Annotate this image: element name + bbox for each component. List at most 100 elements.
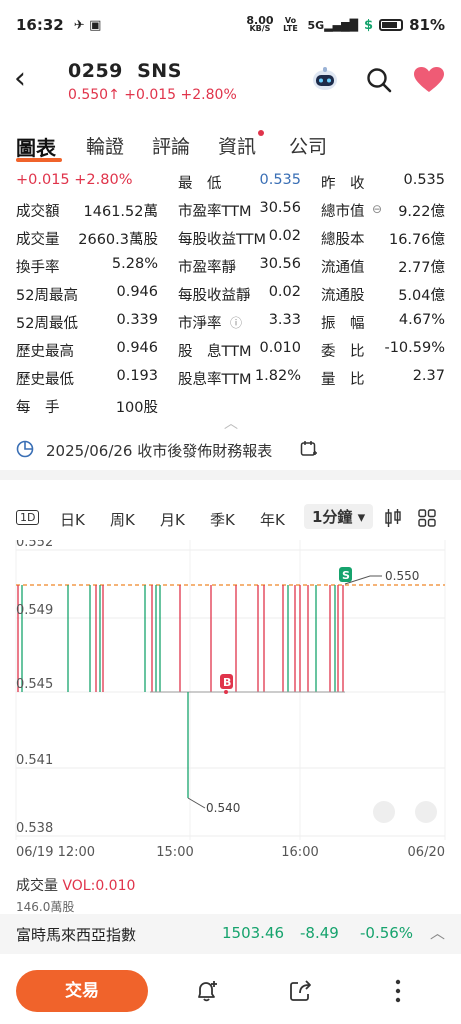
- index-ticker[interactable]: 富時馬來西亞指數 1503.46 -8.49 -0.56% ︿: [0, 914, 461, 954]
- stat-value: 2.37: [412, 368, 445, 384]
- tab-1-minute[interactable]: 1分鐘 ▾: [304, 504, 374, 529]
- stat-label: 歷史最高: [16, 344, 74, 360]
- stat-label: 52周最低: [16, 316, 78, 332]
- stat-value: 0.02: [268, 228, 301, 244]
- stat-value: 9.22億: [398, 204, 445, 220]
- period-tabs: 1D 日K 周K 月K 季K 年K 1分鐘 ▾: [0, 504, 461, 534]
- add-alert-bell-icon[interactable]: [194, 978, 220, 1004]
- expand-chevron-icon[interactable]: ︿: [430, 922, 445, 943]
- tab-company[interactable]: 公司: [289, 132, 327, 159]
- stats-row: 歷史最低 0.193 股息率TTM 1.82% 量 比 2.37: [0, 368, 461, 392]
- stat-value: 100股: [115, 400, 158, 416]
- add-calendar-icon[interactable]: [300, 440, 318, 458]
- stat-label: 市盈率TTM: [178, 204, 252, 220]
- y-tick-label: 0.549: [16, 603, 53, 618]
- shield-icon: $: [364, 17, 374, 33]
- stat-value: 1461.52萬: [83, 204, 158, 220]
- stat-value: -10.59%: [384, 340, 445, 356]
- stat-label: 市盈率靜: [178, 260, 236, 276]
- chart-grid: [15, 540, 446, 840]
- stat-value: 3.33: [268, 312, 301, 328]
- tab-week-k[interactable]: 周K: [110, 509, 135, 530]
- stat-value: 30.56: [259, 200, 301, 216]
- stock-title: 0259 SNS: [68, 60, 182, 82]
- earnings-notice[interactable]: 2025/06/26 收市後發佈財務報表: [0, 436, 461, 466]
- fullscreen-button: [373, 801, 395, 823]
- stat-value: 2.77億: [398, 260, 445, 276]
- tab-warrants[interactable]: 輪證: [86, 132, 124, 159]
- reset-view-button: [415, 801, 437, 823]
- battery-level: 81%: [409, 16, 445, 34]
- volte-icon: Vo LTE: [283, 16, 298, 33]
- stats-row: 歷史最高 0.946 股 息TTM 0.010 委 比 -10.59%: [0, 340, 461, 364]
- stat-label: 總市值: [321, 204, 365, 220]
- stat-label: 每 手: [16, 400, 60, 416]
- search-icon[interactable]: [366, 67, 392, 93]
- x-tick-label: 06/20: [408, 845, 445, 860]
- y-tick-label: 0.545: [16, 677, 53, 692]
- tab-news[interactable]: 資訊: [218, 132, 256, 159]
- intraday-chart[interactable]: 0.552 0.549 0.545 0.541 0.538 0.540 0.550 B S 06/…: [0, 540, 461, 860]
- grid-layout-icon[interactable]: [418, 509, 436, 527]
- stats-row: 成交量 2660.3萬股 每股收益TTM 0.02 總股本 16.76億: [0, 228, 461, 252]
- arrow-up-icon: ↑: [108, 87, 120, 103]
- stat-label: 換手率: [16, 260, 60, 276]
- volume-label: 成交量 VOL:0.010: [16, 878, 136, 894]
- robot-assistant-icon[interactable]: [311, 65, 339, 93]
- x-tick-label: 16:00: [281, 845, 318, 860]
- divider: [0, 470, 461, 480]
- collapse-chevron-icon[interactable]: ︿: [224, 413, 238, 433]
- x-tick-label: 06/19 12:00: [16, 845, 95, 860]
- index-name: 富時馬來西亞指數: [16, 926, 137, 944]
- stat-label: 委 比: [321, 344, 365, 360]
- stat-value: 1.82%: [254, 368, 301, 384]
- more-options-icon[interactable]: [388, 978, 408, 1004]
- stat-value: 0.946: [116, 340, 158, 356]
- tab-quarter-k[interactable]: 季K: [210, 509, 235, 530]
- x-tick-label: 15:00: [156, 845, 193, 860]
- battery-icon: [379, 19, 404, 31]
- stat-label: 最 低: [178, 176, 222, 192]
- tab-1d[interactable]: 1D: [16, 510, 40, 525]
- tab-chart[interactable]: 圖表: [16, 132, 56, 161]
- status-bar: 16:32 ✈ ▣ 8.00 KB/S Vo LTE 5G▂▄▆█ $ 81%: [0, 0, 461, 50]
- tab-year-k[interactable]: 年K: [260, 509, 285, 530]
- stat-label: 每股收益靜: [178, 288, 251, 304]
- tab-comments[interactable]: 評論: [152, 132, 190, 159]
- stat-label: 量 比: [321, 372, 365, 388]
- info-icon[interactable]: ⓘ: [230, 314, 242, 331]
- buy-marker-label: B: [223, 676, 231, 689]
- favorite-heart-icon[interactable]: [414, 67, 444, 93]
- stat-label: 總股本: [321, 232, 365, 248]
- stats-row: 52周最低 0.339 市淨率 ⓘ 3.33 振 幅 4.67%: [0, 312, 461, 336]
- back-icon[interactable]: ‹: [14, 64, 36, 94]
- stat-value: 5.04億: [398, 288, 445, 304]
- pie-chart-icon: [16, 440, 34, 458]
- tab-day-k[interactable]: 日K: [60, 509, 85, 530]
- sell-marker-label: S: [342, 569, 350, 582]
- stat-label: 股 息TTM: [178, 344, 252, 360]
- index-change-pct: -0.56%: [360, 924, 414, 942]
- stat-value: 0.535: [403, 172, 445, 188]
- more-info-icon[interactable]: ⊖: [372, 202, 382, 216]
- share-icon[interactable]: [288, 978, 314, 1004]
- stats-row: +0.015 +2.80% 最 低 0.535 昨 收 0.535: [0, 172, 461, 196]
- chart-labels: 0.552 0.549 0.545 0.541 0.538 0.540 0.550 B S 06/…: [16, 540, 445, 860]
- active-tab-indicator: [16, 158, 62, 162]
- stat-value: 0.535: [259, 172, 301, 188]
- stat-label: 流通值: [321, 260, 365, 276]
- tab-month-k[interactable]: 月K: [160, 509, 185, 530]
- stock-header: ‹ 0259 SNS 0.550↑ +0.015 +2.80%: [0, 55, 461, 111]
- stock-quote: 0.550↑ +0.015 +2.80%: [68, 87, 237, 103]
- candlestick-icon[interactable]: [384, 508, 402, 528]
- notice-text: 2025/06/26 收市後發佈財務報表: [46, 442, 273, 460]
- stat-label: 昨 收: [321, 176, 365, 192]
- y-tick-label: 0.541: [16, 753, 53, 768]
- stat-label: 振 幅: [321, 316, 365, 332]
- stat-label: 每股收益TTM: [178, 232, 266, 248]
- stat-value: 2660.3萬股: [78, 232, 158, 248]
- index-price: 1503.46: [222, 924, 285, 942]
- trade-button[interactable]: 交易: [16, 970, 148, 1012]
- stat-label: 成交量: [16, 232, 60, 248]
- y-tick-label: 0.552: [16, 540, 53, 550]
